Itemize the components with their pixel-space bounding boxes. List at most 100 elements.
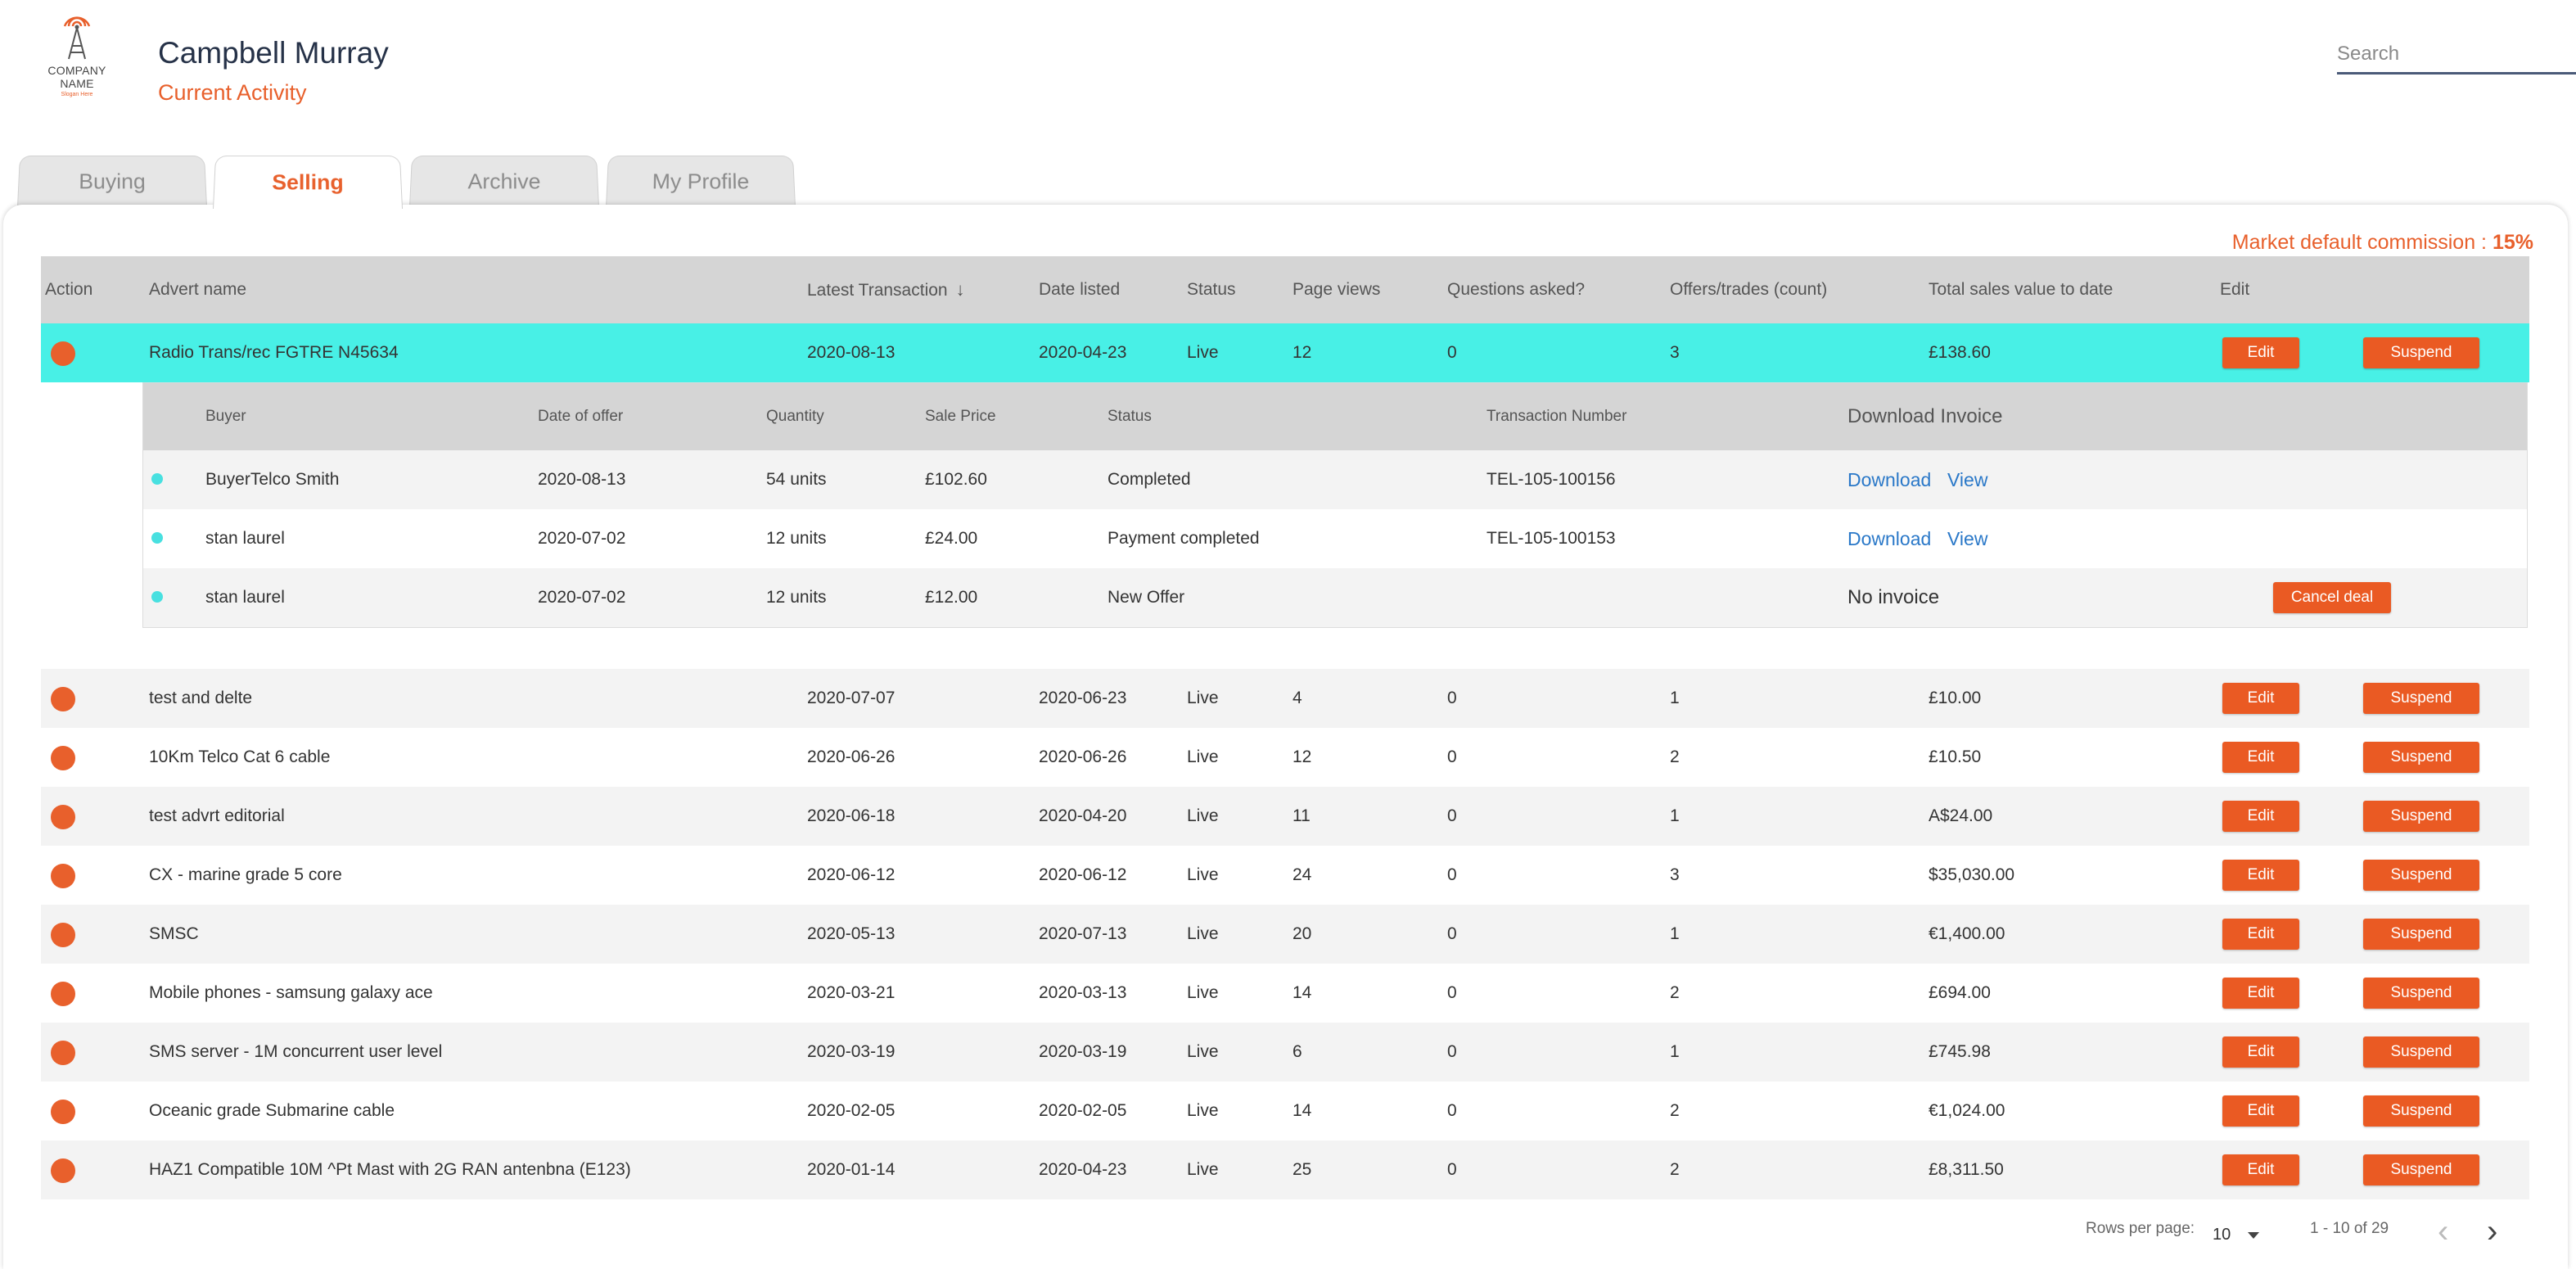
offer-quantity: 12 units bbox=[766, 588, 827, 607]
edit-button[interactable]: Edit bbox=[2222, 1154, 2299, 1185]
offer-buyer: stan laurel bbox=[205, 529, 285, 548]
page-views: 14 bbox=[1293, 983, 1312, 1002]
col-advert-name[interactable]: Advert name bbox=[149, 256, 246, 323]
tab-my-profile[interactable]: My Profile bbox=[606, 156, 796, 207]
questions: 0 bbox=[1447, 924, 1457, 943]
latest-transaction: 2020-06-18 bbox=[807, 806, 896, 825]
commission-value: 15% bbox=[2492, 231, 2533, 254]
page-views: 11 bbox=[1293, 806, 1311, 825]
tab-archive[interactable]: Archive bbox=[409, 156, 599, 207]
rows-per-page-select[interactable]: 10 bbox=[2213, 1226, 2231, 1244]
offer-quantity: 54 units bbox=[766, 470, 827, 489]
prev-page-icon[interactable]: ‹ bbox=[2438, 1212, 2448, 1251]
col-latest-transaction-label: Latest Transaction bbox=[807, 281, 948, 300]
suspend-button[interactable]: Suspend bbox=[2363, 1036, 2479, 1068]
col-page-views[interactable]: Page views bbox=[1293, 256, 1380, 323]
latest-transaction: 2020-07-07 bbox=[807, 689, 896, 707]
col-offers[interactable]: Offers/trades (count) bbox=[1670, 256, 1827, 323]
row-expand-icon[interactable] bbox=[51, 1158, 75, 1183]
suspend-button[interactable]: Suspend bbox=[2363, 337, 2479, 368]
search-input[interactable] bbox=[2337, 39, 2576, 69]
table-row[interactable]: SMS server - 1M concurrent user level 20… bbox=[41, 1023, 2529, 1082]
cancel-deal-button[interactable]: Cancel deal bbox=[2273, 582, 2391, 613]
advert-name: Radio Trans/rec FGTRE N45634 bbox=[149, 343, 399, 362]
row-expand-icon[interactable] bbox=[51, 341, 75, 366]
row-expand-icon[interactable] bbox=[51, 923, 75, 947]
col-date-listed[interactable]: Date listed bbox=[1039, 256, 1120, 323]
latest-transaction: 2020-03-21 bbox=[807, 983, 896, 1002]
table-row[interactable]: SMSC 2020-05-13 2020-07-13 Live 20 0 1 €… bbox=[41, 905, 2529, 964]
caret-down-icon[interactable] bbox=[2248, 1232, 2259, 1239]
row-expand-icon[interactable] bbox=[51, 746, 75, 770]
advert-name: CX - marine grade 5 core bbox=[149, 865, 342, 884]
offer-transaction-number: TEL-105-100153 bbox=[1487, 529, 1616, 548]
edit-button[interactable]: Edit bbox=[2222, 860, 2299, 891]
advert-name: 10Km Telco Cat 6 cable bbox=[149, 747, 331, 766]
offer-status: Completed bbox=[1108, 470, 1191, 489]
status: Live bbox=[1187, 1160, 1219, 1179]
row-expand-icon[interactable] bbox=[51, 805, 75, 829]
download-invoice-link[interactable]: Download bbox=[1847, 450, 1931, 509]
table-row[interactable]: test and delte 2020-07-07 2020-06-23 Liv… bbox=[41, 669, 2529, 728]
edit-button[interactable]: Edit bbox=[2222, 978, 2299, 1009]
view-invoice-link[interactable]: View bbox=[1947, 509, 1987, 568]
download-invoice-link[interactable]: Download bbox=[1847, 509, 1931, 568]
advert-name: test advrt editorial bbox=[149, 806, 285, 825]
suspend-button[interactable]: Suspend bbox=[2363, 1095, 2479, 1127]
edit-button[interactable]: Edit bbox=[2222, 919, 2299, 950]
pagination-range: 1 - 10 of 29 bbox=[2310, 1220, 2389, 1237]
col-latest-transaction[interactable]: Latest Transaction ↓ bbox=[807, 256, 965, 323]
row-expand-icon[interactable] bbox=[51, 1100, 75, 1124]
date-listed: 2020-04-23 bbox=[1039, 343, 1127, 362]
table-row[interactable]: Radio Trans/rec FGTRE N45634 2020-08-13 … bbox=[41, 323, 2529, 382]
col-offer-status: Status bbox=[1108, 408, 1152, 425]
suspend-button[interactable]: Suspend bbox=[2363, 860, 2479, 891]
edit-button[interactable]: Edit bbox=[2222, 801, 2299, 832]
edit-button[interactable]: Edit bbox=[2222, 1095, 2299, 1127]
view-invoice-link[interactable]: View bbox=[1947, 450, 1987, 509]
page-views: 12 bbox=[1293, 747, 1312, 766]
questions: 0 bbox=[1447, 747, 1457, 766]
next-page-icon[interactable]: › bbox=[2487, 1212, 2497, 1251]
commission-label: Market default commission : bbox=[2231, 231, 2487, 254]
table-row[interactable]: CX - marine grade 5 core 2020-06-12 2020… bbox=[41, 846, 2529, 905]
questions: 0 bbox=[1447, 983, 1457, 1002]
tab-selling[interactable]: Selling bbox=[213, 156, 403, 209]
row-expand-icon[interactable] bbox=[51, 687, 75, 711]
table-row[interactable]: Mobile phones - samsung galaxy ace 2020-… bbox=[41, 964, 2529, 1023]
edit-button[interactable]: Edit bbox=[2222, 683, 2299, 714]
questions: 0 bbox=[1447, 689, 1457, 707]
offers: 2 bbox=[1670, 983, 1680, 1002]
table-row[interactable]: test advrt editorial 2020-06-18 2020-04-… bbox=[41, 787, 2529, 846]
suspend-button[interactable]: Suspend bbox=[2363, 742, 2479, 773]
edit-button[interactable]: Edit bbox=[2222, 337, 2299, 368]
col-action: Action bbox=[45, 280, 93, 299]
total-sales: $35,030.00 bbox=[1929, 865, 2015, 884]
status: Live bbox=[1187, 343, 1219, 362]
suspend-button[interactable]: Suspend bbox=[2363, 919, 2479, 950]
suspend-button[interactable]: Suspend bbox=[2363, 978, 2479, 1009]
suspend-button[interactable]: Suspend bbox=[2363, 801, 2479, 832]
suspend-button[interactable]: Suspend bbox=[2363, 1154, 2479, 1185]
row-expand-icon[interactable] bbox=[51, 1041, 75, 1065]
search-box[interactable] bbox=[2337, 39, 2576, 75]
table-row[interactable]: Oceanic grade Submarine cable 2020-02-05… bbox=[41, 1082, 2529, 1140]
suspend-button[interactable]: Suspend bbox=[2363, 683, 2479, 714]
col-questions[interactable]: Questions asked? bbox=[1447, 256, 1585, 323]
table-row[interactable]: 10Km Telco Cat 6 cable 2020-06-26 2020-0… bbox=[41, 728, 2529, 787]
latest-transaction: 2020-03-19 bbox=[807, 1042, 896, 1061]
total-sales: €1,400.00 bbox=[1929, 924, 2005, 943]
status: Live bbox=[1187, 747, 1219, 766]
row-expand-icon[interactable] bbox=[51, 982, 75, 1006]
edit-button[interactable]: Edit bbox=[2222, 742, 2299, 773]
company-logo: COMPANY NAME Slogan Here bbox=[38, 10, 116, 97]
tab-buying[interactable]: Buying bbox=[17, 156, 207, 207]
row-expand-icon[interactable] bbox=[51, 864, 75, 888]
col-edit: Edit bbox=[2220, 280, 2250, 299]
col-total-sales[interactable]: Total sales value to date bbox=[1929, 256, 2113, 323]
subtable-spacer bbox=[41, 628, 2529, 669]
table-row[interactable]: HAZ1 Compatible 10M ^Pt Mast with 2G RAN… bbox=[41, 1140, 2529, 1199]
edit-button[interactable]: Edit bbox=[2222, 1036, 2299, 1068]
sort-down-icon[interactable]: ↓ bbox=[956, 256, 965, 323]
col-status[interactable]: Status bbox=[1187, 256, 1236, 323]
